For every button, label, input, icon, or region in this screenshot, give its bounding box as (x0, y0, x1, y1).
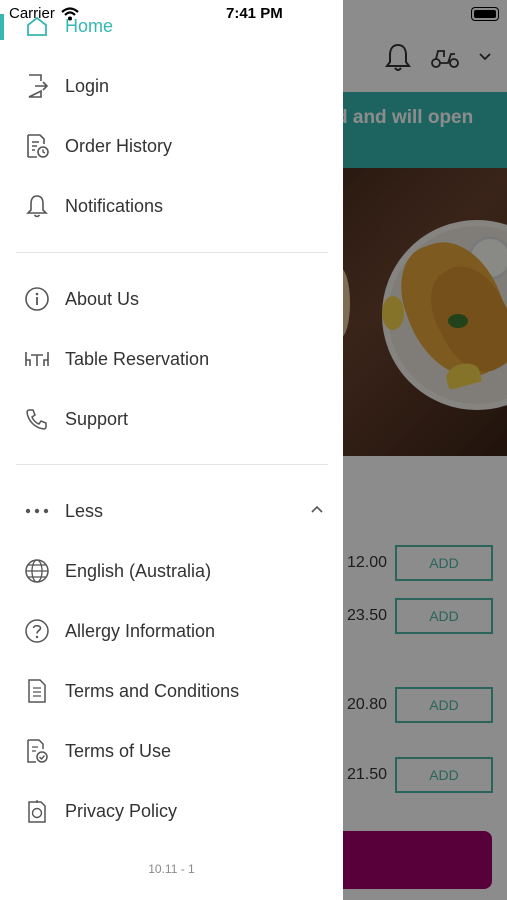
menu-item-notifications[interactable]: Notifications (0, 186, 343, 226)
menu-item-order-history[interactable]: Order History (0, 126, 343, 166)
menu-item-language[interactable]: English (Australia) (0, 551, 343, 591)
menu-item-label: Notifications (65, 195, 164, 216)
order-history-icon (24, 133, 50, 159)
carrier: Carrier (9, 5, 79, 22)
menu-item-terms-and-conditions[interactable]: Terms and Conditions (0, 671, 343, 711)
menu-item-label: Less (65, 500, 104, 521)
navigation-drawer: Home Login Order History Notifications A… (0, 0, 343, 900)
divider (16, 464, 328, 465)
carrier-label: Carrier (9, 5, 55, 22)
menu-item-login[interactable]: Login (0, 66, 343, 106)
more-dots-icon (24, 498, 50, 524)
menu-item-label: English (Australia) (65, 560, 212, 581)
document-check-icon (24, 738, 50, 764)
status-time: 7:41 PM (226, 5, 283, 22)
chevron-up-icon (310, 504, 324, 514)
menu-item-allergy-information[interactable]: Allergy Information (0, 611, 343, 651)
document-icon (24, 678, 50, 704)
menu-item-label: Terms of Use (65, 740, 172, 761)
phone-icon (24, 406, 50, 432)
globe-icon (24, 558, 50, 584)
menu-item-label: Support (65, 408, 129, 429)
menu-item-support[interactable]: Support (0, 399, 343, 439)
menu-item-label: Login (65, 75, 110, 96)
question-icon (24, 618, 50, 644)
menu-item-table-reservation[interactable]: Table Reservation (0, 339, 343, 379)
menu-item-label: Table Reservation (65, 348, 210, 369)
menu-item-label: Terms and Conditions (65, 680, 240, 701)
menu-item-less-toggle[interactable]: Less (0, 491, 343, 531)
menu-item-label: Allergy Information (65, 620, 216, 641)
info-icon (24, 286, 50, 312)
menu-item-label: About Us (65, 288, 140, 309)
wifi-icon (61, 6, 79, 21)
privacy-icon (24, 798, 50, 824)
status-bar: Carrier 7:41 PM (0, 0, 507, 28)
menu-item-label: Order History (65, 135, 173, 156)
menu-item-terms-of-use[interactable]: Terms of Use (0, 731, 343, 771)
divider (16, 252, 328, 253)
table-icon (24, 346, 50, 372)
battery-icon (471, 7, 499, 21)
menu-item-privacy-policy[interactable]: Privacy Policy (0, 791, 343, 831)
login-icon (24, 73, 50, 99)
menu-item-about-us[interactable]: About Us (0, 279, 343, 319)
menu-item-label: Privacy Policy (65, 800, 178, 821)
bell-icon (24, 193, 50, 219)
app-version: 10.11 - 1 (148, 862, 195, 876)
